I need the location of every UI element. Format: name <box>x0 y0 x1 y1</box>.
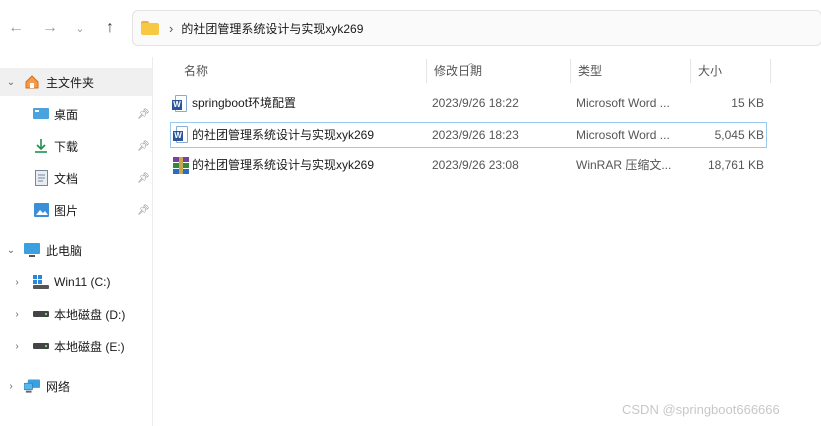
file-name: 的社团管理系统设计与实现xyk269 <box>192 158 375 172</box>
file-row-selected[interactable]: W 的社团管理系统设计与实现xyk269 2023/9/26 18:23 Mic… <box>170 122 767 148</box>
file-row[interactable]: 的社团管理系统设计与实现xyk269 2023/9/26 23:08 WinRA… <box>170 153 767 179</box>
column-header-row: 名称 ︿ 修改日期 类型 大小 <box>170 57 771 85</box>
pin-icon[interactable]: 📌︎ <box>137 173 150 184</box>
sidebar-item-drive-c[interactable]: › Win11 (C:) <box>0 268 152 296</box>
file-modified: 2023/9/26 18:22 <box>432 96 519 110</box>
rar-icon <box>173 157 189 174</box>
chevron-right-icon[interactable]: › <box>6 381 16 392</box>
chevron-down-icon[interactable]: ⌄ <box>68 16 92 40</box>
sidebar-item-pictures[interactable]: 图片 📌︎ <box>0 196 152 224</box>
word-icon: W <box>172 95 189 112</box>
sidebar-item-drive-e[interactable]: › 本地磁盘 (E:) <box>0 332 152 360</box>
file-name: springboot环境配置 <box>192 96 297 110</box>
column-divider[interactable] <box>770 59 771 83</box>
breadcrumb-current[interactable]: 的社团管理系统设计与实现xyk269 <box>181 20 363 37</box>
chevron-down-icon[interactable]: ⌄ <box>6 245 16 256</box>
file-modified: 2023/9/26 18:23 <box>432 128 519 142</box>
file-modified: 2023/9/26 23:08 <box>432 158 519 172</box>
file-size: 5,045 KB <box>714 128 764 142</box>
file-name: 的社团管理系统设计与实现xyk269 <box>192 128 375 142</box>
word-icon: W <box>173 126 190 143</box>
toolbar: ← → ⌄ ↑ › 的社团管理系统设计与实现xyk269 <box>0 0 821 57</box>
sidebar-item-label: 桌面 <box>54 107 79 122</box>
chevron-right-icon[interactable]: › <box>12 341 22 352</box>
desktop-icon <box>33 106 49 122</box>
file-row[interactable]: W springboot环境配置 2023/9/26 18:22 Microso… <box>170 91 767 117</box>
column-header-name[interactable]: 名称 <box>176 57 428 85</box>
sidebar-item-desktop[interactable]: 桌面 📌︎ <box>0 100 152 128</box>
address-bar[interactable]: › 的社团管理系统设计与实现xyk269 <box>132 10 821 46</box>
sidebar-item-label: Win11 (C:) <box>54 275 111 289</box>
computer-icon <box>24 242 40 258</box>
pin-icon[interactable]: 📌︎ <box>137 141 150 152</box>
sidebar-item-downloads[interactable]: 下载 📌︎ <box>0 132 152 160</box>
pin-icon[interactable]: 📌︎ <box>137 109 150 120</box>
column-header-size[interactable]: 大小 <box>690 57 770 85</box>
sidebar-item-network[interactable]: › 网络 <box>0 372 152 400</box>
arrow-right-icon[interactable]: → <box>38 16 62 40</box>
sidebar-item-label: 下载 <box>54 139 79 154</box>
sidebar-item-label: 此电脑 <box>46 243 83 258</box>
windows-drive-icon <box>33 274 49 290</box>
picture-icon <box>33 202 49 218</box>
sidebar-item-label: 文档 <box>54 171 79 186</box>
sidebar-item-label: 图片 <box>54 203 79 218</box>
arrow-left-icon[interactable]: ← <box>4 16 28 40</box>
sidebar-item-this-pc[interactable]: ⌄ 此电脑 <box>0 236 152 264</box>
file-size: 15 KB <box>731 96 764 110</box>
pin-icon[interactable]: 📌︎ <box>137 205 150 216</box>
file-type: Microsoft Word ... <box>576 128 670 142</box>
chevron-down-icon[interactable]: ⌄ <box>6 77 16 88</box>
watermark: CSDN @springboot666666 <box>622 402 780 417</box>
file-type: Microsoft Word ... <box>576 96 670 110</box>
sidebar-item-drive-d[interactable]: › 本地磁盘 (D:) <box>0 300 152 328</box>
sidebar-item-label: 本地磁盘 (D:) <box>54 307 126 322</box>
column-header-modified[interactable]: 修改日期 <box>426 57 570 85</box>
arrow-up-icon[interactable]: ↑ <box>98 16 122 40</box>
sidebar-item-label: 网络 <box>46 379 71 394</box>
sidebar-item-documents[interactable]: 文档 📌︎ <box>0 164 152 192</box>
drive-icon <box>33 306 49 322</box>
chevron-right-icon[interactable]: › <box>169 21 173 36</box>
drive-icon <box>33 338 49 354</box>
navigation-pane: ⌄ 主文件夹 桌面 📌︎ 下载 📌︎ 文档 📌︎ 图片 📌︎ ⌄ 此电脑 › W… <box>0 57 153 426</box>
column-header-type[interactable]: 类型 <box>570 57 690 85</box>
sidebar-item-home[interactable]: ⌄ 主文件夹 <box>0 68 152 96</box>
file-type: WinRAR 压缩文... <box>576 158 672 172</box>
chevron-right-icon[interactable]: › <box>12 277 22 288</box>
chevron-right-icon[interactable]: › <box>12 309 22 320</box>
folder-icon <box>141 21 159 35</box>
document-icon <box>33 170 49 186</box>
sidebar-item-label: 主文件夹 <box>46 75 95 90</box>
network-icon <box>24 378 40 394</box>
download-icon <box>33 138 49 154</box>
home-icon <box>24 74 40 90</box>
file-size: 18,761 KB <box>707 158 764 172</box>
sidebar-item-label: 本地磁盘 (E:) <box>54 339 125 354</box>
